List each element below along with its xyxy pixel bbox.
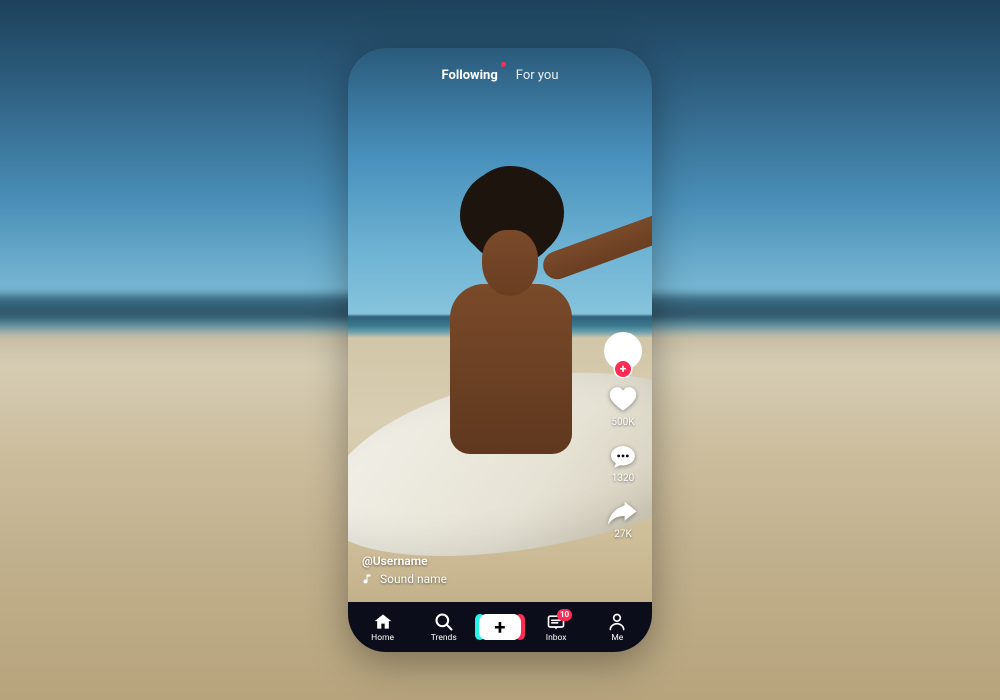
phone-frame: Following For you + 500K xyxy=(348,48,652,652)
tab-following-label: Following xyxy=(442,68,498,83)
share-button[interactable]: 27K xyxy=(608,500,638,540)
author-username[interactable]: @Username xyxy=(362,554,447,568)
comment-icon xyxy=(609,444,637,470)
nav-home[interactable]: Home xyxy=(357,612,409,643)
search-icon xyxy=(433,612,455,632)
sound-name: Sound name xyxy=(380,572,447,586)
tab-for-you[interactable]: For you xyxy=(516,68,559,83)
nav-create-button[interactable]: + xyxy=(479,614,521,640)
notification-dot-icon xyxy=(501,62,506,67)
profile-icon xyxy=(606,612,628,632)
home-icon xyxy=(372,612,394,632)
inbox-badge: 10 xyxy=(557,609,572,621)
nav-trends[interactable]: Trends xyxy=(418,612,470,643)
plus-icon: + xyxy=(479,614,521,640)
video-meta: @Username Sound name xyxy=(362,554,447,586)
feed-tabs: Following For you xyxy=(348,68,652,83)
nav-me[interactable]: Me xyxy=(591,612,643,643)
like-button[interactable]: 500K xyxy=(609,386,637,428)
author-avatar-button[interactable]: + xyxy=(604,332,642,370)
nav-inbox[interactable]: 10 Inbox xyxy=(530,612,582,643)
tab-following[interactable]: Following xyxy=(442,68,498,83)
music-note-icon xyxy=(362,573,374,585)
video-feed[interactable]: Following For you + 500K xyxy=(348,48,652,652)
heart-icon xyxy=(609,386,637,414)
nav-inbox-label: Inbox xyxy=(546,633,567,643)
like-count: 500K xyxy=(611,417,634,428)
follow-plus-icon[interactable]: + xyxy=(615,361,631,377)
tab-for-you-label: For you xyxy=(516,68,559,83)
share-icon xyxy=(608,500,638,526)
sound-link[interactable]: Sound name xyxy=(362,572,447,586)
action-rail: + 500K 1320 xyxy=(604,332,642,540)
nav-trends-label: Trends xyxy=(431,633,457,643)
app-background: Following For you + 500K xyxy=(0,0,1000,700)
bottom-nav: Home Trends + 10 xyxy=(348,602,652,652)
comment-button[interactable]: 1320 xyxy=(609,444,637,484)
nav-home-label: Home xyxy=(371,633,394,643)
comment-count: 1320 xyxy=(612,473,634,484)
share-count: 27K xyxy=(614,529,632,540)
nav-me-label: Me xyxy=(611,633,623,643)
